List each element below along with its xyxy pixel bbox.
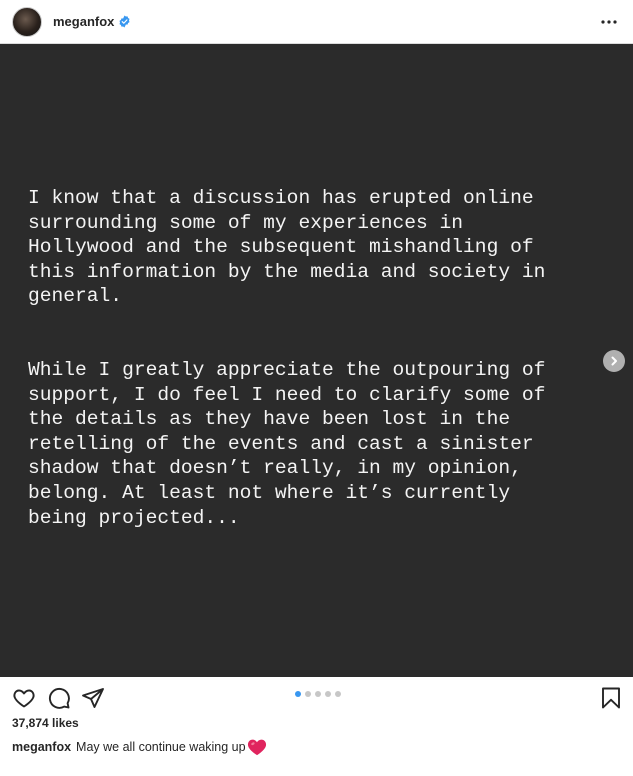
carousel-next-button[interactable] xyxy=(603,350,625,372)
verified-badge-icon xyxy=(119,15,130,28)
header-username[interactable]: meganfox xyxy=(53,14,114,29)
carousel-dot xyxy=(325,691,331,697)
heart-outline-icon[interactable] xyxy=(12,686,36,710)
post-caption: meganfox May we all continue waking up xyxy=(12,738,267,756)
caption-username[interactable]: meganfox xyxy=(12,740,71,754)
caption-text: May we all continue waking up xyxy=(76,740,246,754)
bookmark-icon[interactable] xyxy=(599,686,623,710)
carousel-dot xyxy=(295,691,301,697)
carousel-dot xyxy=(305,691,311,697)
red-heart-emoji-icon xyxy=(247,739,266,756)
likes-count[interactable]: 37,874 likes xyxy=(12,716,79,730)
carousel-dot xyxy=(335,691,341,697)
paper-plane-icon[interactable] xyxy=(81,686,105,710)
more-options-button[interactable] xyxy=(597,10,621,34)
post-text-paragraph-2: While I greatly appreciate the outpourin… xyxy=(28,359,546,529)
action-bar xyxy=(0,677,633,717)
post-header: meganfox xyxy=(0,0,633,44)
chevron-right-icon xyxy=(611,356,617,366)
post-text-paragraph-1: I know that a discussion has erupted onl… xyxy=(28,187,546,308)
carousel-indicator xyxy=(295,691,341,697)
avatar[interactable] xyxy=(12,6,42,37)
more-horizontal-icon xyxy=(601,19,617,24)
carousel-dot xyxy=(315,691,321,697)
comment-icon[interactable] xyxy=(47,686,71,710)
